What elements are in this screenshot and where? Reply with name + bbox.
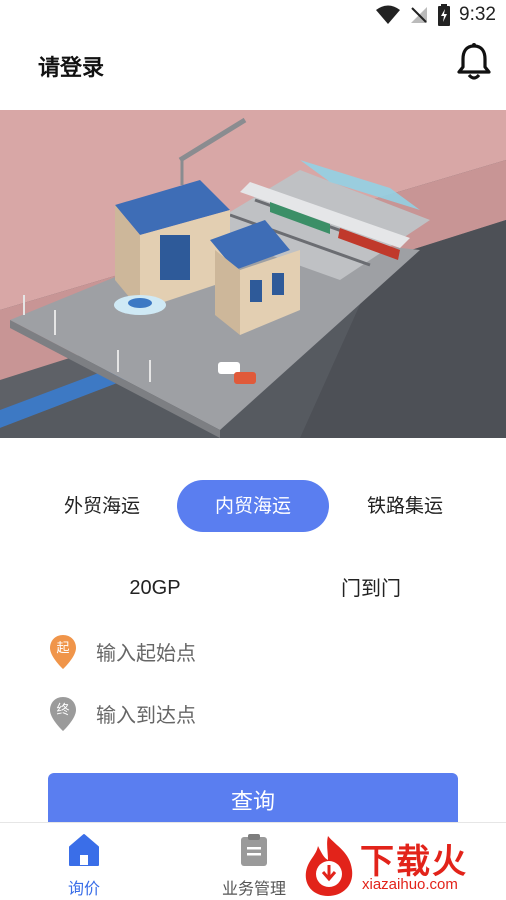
origin-input[interactable]: 输入起始点 [96,630,456,676]
status-time: 9:32 [459,4,496,25]
service-type-select[interactable]: 门到门 [316,570,426,606]
destination-pin-label: 终 [56,703,70,718]
tabbar-label-inquiry: 询价 [67,879,100,898]
tab-domestic-sea[interactable]: 内贸海运 [177,480,329,532]
bell-icon[interactable] [456,42,492,82]
watermark-logo: 下载火 xiazaihuo.com [298,832,504,898]
watermark-url: xiazaihuo.com [362,876,458,893]
status-bar: 9:32 [0,0,506,32]
battery-icon [438,4,451,26]
tabbar-item-inquiry[interactable]: 询价 [24,823,144,900]
container-type-select[interactable]: 20GP [100,570,210,606]
transport-type-tabs: 外贸海运 内贸海运 铁路集运 [0,480,506,532]
status-icons: 9:32 [375,4,496,26]
railway-station-illustration [0,110,506,438]
tabbar-item-business[interactable]: 业务管理 [194,823,314,900]
clipboard-icon [241,834,267,866]
origin-row[interactable]: 起 输入起始点 [48,630,468,676]
tab-foreign-sea[interactable]: 外贸海运 [40,480,164,532]
tab-rail-container[interactable]: 铁路集运 [343,480,467,532]
page-title[interactable]: 请登录 [38,50,104,82]
flame-logo-icon [305,836,353,896]
origin-pin-label: 起 [56,641,70,656]
no-signal-icon [411,7,428,23]
home-icon [69,834,99,866]
tabbar-label-business: 业务管理 [221,879,286,898]
wifi-icon [376,5,401,24]
destination-input[interactable]: 输入到达点 [96,692,456,738]
destination-row[interactable]: 终 输入到达点 [48,692,468,738]
banner-carousel[interactable] [0,110,506,438]
header: 请登录 [0,32,506,110]
